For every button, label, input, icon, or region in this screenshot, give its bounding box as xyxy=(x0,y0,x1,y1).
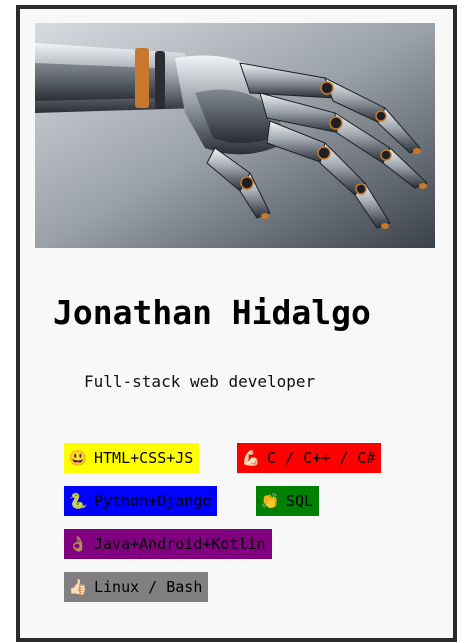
skill-label: SQL xyxy=(286,492,314,510)
skill-label: Java+Android+Kotlin xyxy=(94,535,266,553)
skill-label: HTML+CSS+JS xyxy=(94,449,194,467)
skill-tag-linux-bash: 👍🏻 Linux / Bash xyxy=(64,572,209,602)
profile-card: Jonathan Hidalgo Full-stack web develope… xyxy=(16,5,457,642)
skill-tag-html-css-js: 😃 HTML+CSS+JS xyxy=(64,443,200,473)
skill-label: Python+Django xyxy=(94,492,212,510)
skill-tag-c-family: 💪🏻 C / C++ / C# xyxy=(237,443,382,473)
flexed-bicep-icon: 💪🏻 xyxy=(241,449,261,467)
clapping-hands-icon: 👏 xyxy=(260,492,280,510)
profile-name: Jonathan Hidalgo xyxy=(53,293,371,332)
thumbs-up-icon: 👍🏻 xyxy=(68,578,88,596)
ok-hand-icon: 👌🏽 xyxy=(68,535,88,553)
smiley-icon: 😃 xyxy=(68,449,88,467)
snake-icon: 🐍 xyxy=(68,492,88,510)
skill-tag-python-django: 🐍 Python+Django xyxy=(64,486,218,516)
robotic-hand-image xyxy=(35,23,435,248)
skill-tag-sql: 👏 SQL xyxy=(256,486,320,516)
skill-label: C / C++ / C# xyxy=(267,449,376,467)
profile-role: Full-stack web developer xyxy=(84,372,316,391)
skill-label: Linux / Bash xyxy=(94,578,203,596)
skill-tag-java-android-kotlin: 👌🏽 Java+Android+Kotlin xyxy=(64,529,272,559)
